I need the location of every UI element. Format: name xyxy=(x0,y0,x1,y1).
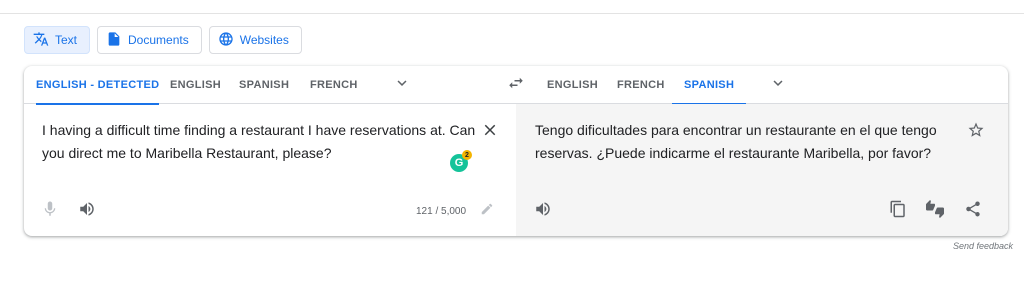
top-divider xyxy=(0,13,1024,14)
tab-target-french[interactable]: FRENCH xyxy=(617,66,665,104)
mode-bar: Text Documents Websites xyxy=(24,26,302,54)
translation-output: Tengo dificultades para encontrar un res… xyxy=(535,122,937,161)
microphone-icon xyxy=(41,200,59,223)
save-translation-button[interactable] xyxy=(966,122,986,142)
pencil-icon xyxy=(480,202,494,221)
documents-mode-button[interactable]: Documents xyxy=(97,26,202,54)
swap-icon xyxy=(507,74,525,97)
copy-translation-button[interactable] xyxy=(888,200,908,223)
text-mode-button[interactable]: Text xyxy=(24,26,91,54)
document-icon xyxy=(106,31,122,50)
clear-source-button[interactable] xyxy=(480,122,500,142)
close-icon xyxy=(481,121,499,144)
tab-source-french[interactable]: FRENCH xyxy=(310,66,358,104)
tab-source-spanish[interactable]: SPANISH xyxy=(239,66,289,104)
send-feedback-link[interactable]: Send feedback xyxy=(953,241,1013,251)
source-textarea[interactable]: I having a difficult time finding a rest… xyxy=(42,119,482,165)
websites-mode-button[interactable]: Websites xyxy=(208,26,302,54)
thumbs-up-down-icon xyxy=(926,199,944,223)
listen-translation-button[interactable] xyxy=(533,201,553,221)
translate-card: ENGLISH - DETECTED ENGLISH SPANISH FRENC… xyxy=(24,66,1008,236)
swap-languages-button[interactable] xyxy=(505,75,527,95)
character-count: 121 / 5,000 xyxy=(416,206,467,217)
voice-input-button[interactable] xyxy=(40,201,60,221)
share-icon xyxy=(964,200,982,223)
tab-target-spanish[interactable]: SPANISH xyxy=(672,66,747,105)
copy-icon xyxy=(889,200,907,223)
target-pane: Tengo dificultades para encontrar un res… xyxy=(516,104,1008,236)
globe-icon xyxy=(218,31,234,50)
rate-translation-button[interactable] xyxy=(925,199,945,223)
share-translation-button[interactable] xyxy=(963,201,983,221)
chevron-down-icon xyxy=(769,74,787,97)
chevron-down-icon xyxy=(393,74,411,97)
translate-icon xyxy=(33,31,49,50)
speaker-icon xyxy=(78,200,96,223)
source-more-languages[interactable] xyxy=(392,75,412,95)
listen-source-button[interactable] xyxy=(77,201,97,221)
tab-source-english[interactable]: ENGLISH xyxy=(170,66,221,104)
speaker-icon xyxy=(534,200,552,223)
target-more-languages[interactable] xyxy=(768,75,788,95)
documents-mode-label: Documents xyxy=(128,33,189,47)
handwriting-button[interactable] xyxy=(478,202,496,220)
language-bar: ENGLISH - DETECTED ENGLISH SPANISH FRENC… xyxy=(24,66,1008,105)
text-mode-label: Text xyxy=(55,33,78,47)
tab-target-english[interactable]: ENGLISH xyxy=(547,66,598,104)
tab-english-detected[interactable]: ENGLISH - DETECTED xyxy=(36,66,160,105)
grammarly-count-badge: 2 xyxy=(462,150,472,160)
star-icon xyxy=(967,121,985,144)
websites-mode-label: Websites xyxy=(239,33,289,47)
